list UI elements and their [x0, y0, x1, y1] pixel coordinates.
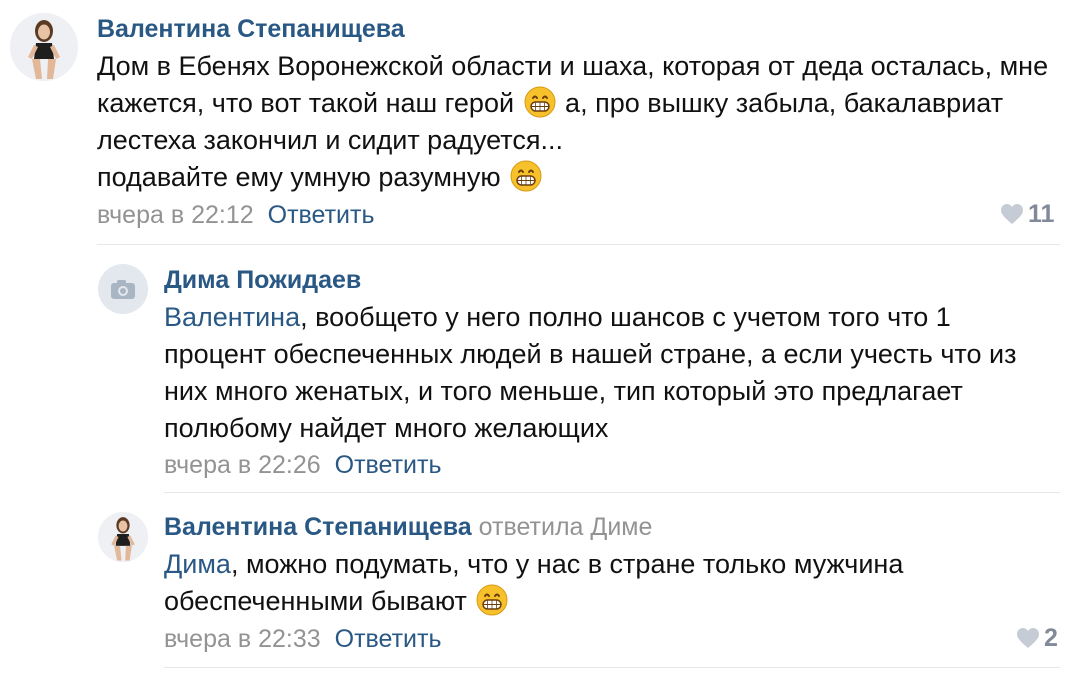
author-name[interactable]: Дима Пожидаев: [164, 266, 361, 295]
comment-meta: вчера в 22:12 Ответить: [97, 201, 375, 230]
user-photo-icon: [10, 13, 78, 81]
comment-text: Дима, можно подумать, что у нас в стране…: [164, 546, 903, 620]
comment-meta: вчера в 22:26 Ответить: [164, 451, 442, 480]
like-button[interactable]: 11: [1000, 200, 1054, 229]
avatar[interactable]: [10, 13, 78, 81]
heart-icon: [1016, 627, 1040, 649]
divider: [164, 667, 1060, 668]
timestamp[interactable]: вчера в 22:26: [164, 451, 321, 479]
heart-icon: [1000, 203, 1024, 225]
mention-link[interactable]: Валентина: [164, 302, 300, 332]
grinning-emoji-icon: [524, 86, 556, 118]
comment-text: Дом в Ебенях Воронежской области и шаха,…: [97, 48, 1048, 196]
comment-line: кажется, что вот такой наш герой а, про …: [97, 86, 1004, 118]
comment-line: Дом в Ебенях Воронежской области и шаха,…: [97, 51, 1049, 81]
comment-meta: вчера в 22:33 Ответить: [164, 625, 442, 654]
avatar[interactable]: [98, 264, 148, 314]
author-name[interactable]: Валентина Степанищева ответила Диме: [164, 513, 652, 542]
divider: [164, 492, 1060, 493]
reply-button[interactable]: Ответить: [335, 451, 442, 479]
comment-line: них много женатых, и того меньше, тип ко…: [164, 376, 963, 406]
user-photo-icon: [98, 512, 148, 562]
divider: [97, 244, 1060, 245]
comment-text: Валентина, вообщето у него полно шансов …: [164, 299, 1016, 447]
like-count: 2: [1044, 624, 1058, 652]
comment-line: подавайте ему умную разумную: [97, 159, 1048, 196]
reply-button[interactable]: Ответить: [335, 625, 442, 653]
comment-line: Дима, можно подумать, что у нас в стране…: [164, 549, 904, 579]
timestamp[interactable]: вчера в 22:12: [97, 201, 254, 229]
grinning-emoji-icon: [510, 160, 542, 192]
grinning-emoji-icon: [476, 584, 508, 616]
author-name[interactable]: Валентина Степанищева: [97, 15, 405, 44]
timestamp[interactable]: вчера в 22:33: [164, 625, 321, 653]
avatar[interactable]: [98, 512, 148, 562]
like-count: 11: [1028, 200, 1055, 228]
mention-link[interactable]: Дима: [164, 549, 231, 579]
comment-line: Валентина, вообщето у него полно шансов …: [164, 302, 951, 332]
like-button[interactable]: 2: [1016, 624, 1058, 653]
comment-line: полюбому найдет много желающих: [164, 413, 609, 443]
camera-icon: [111, 280, 135, 299]
reply-button[interactable]: Ответить: [268, 201, 375, 229]
replied-to[interactable]: ответила Диме: [479, 513, 653, 541]
comment-line: обеспеченными бывают: [164, 583, 903, 620]
comment-line: лестеха закончил и сидит радуется...: [97, 125, 563, 155]
comment-line: процент обеспеченных людей в нашей стран…: [164, 339, 1017, 369]
